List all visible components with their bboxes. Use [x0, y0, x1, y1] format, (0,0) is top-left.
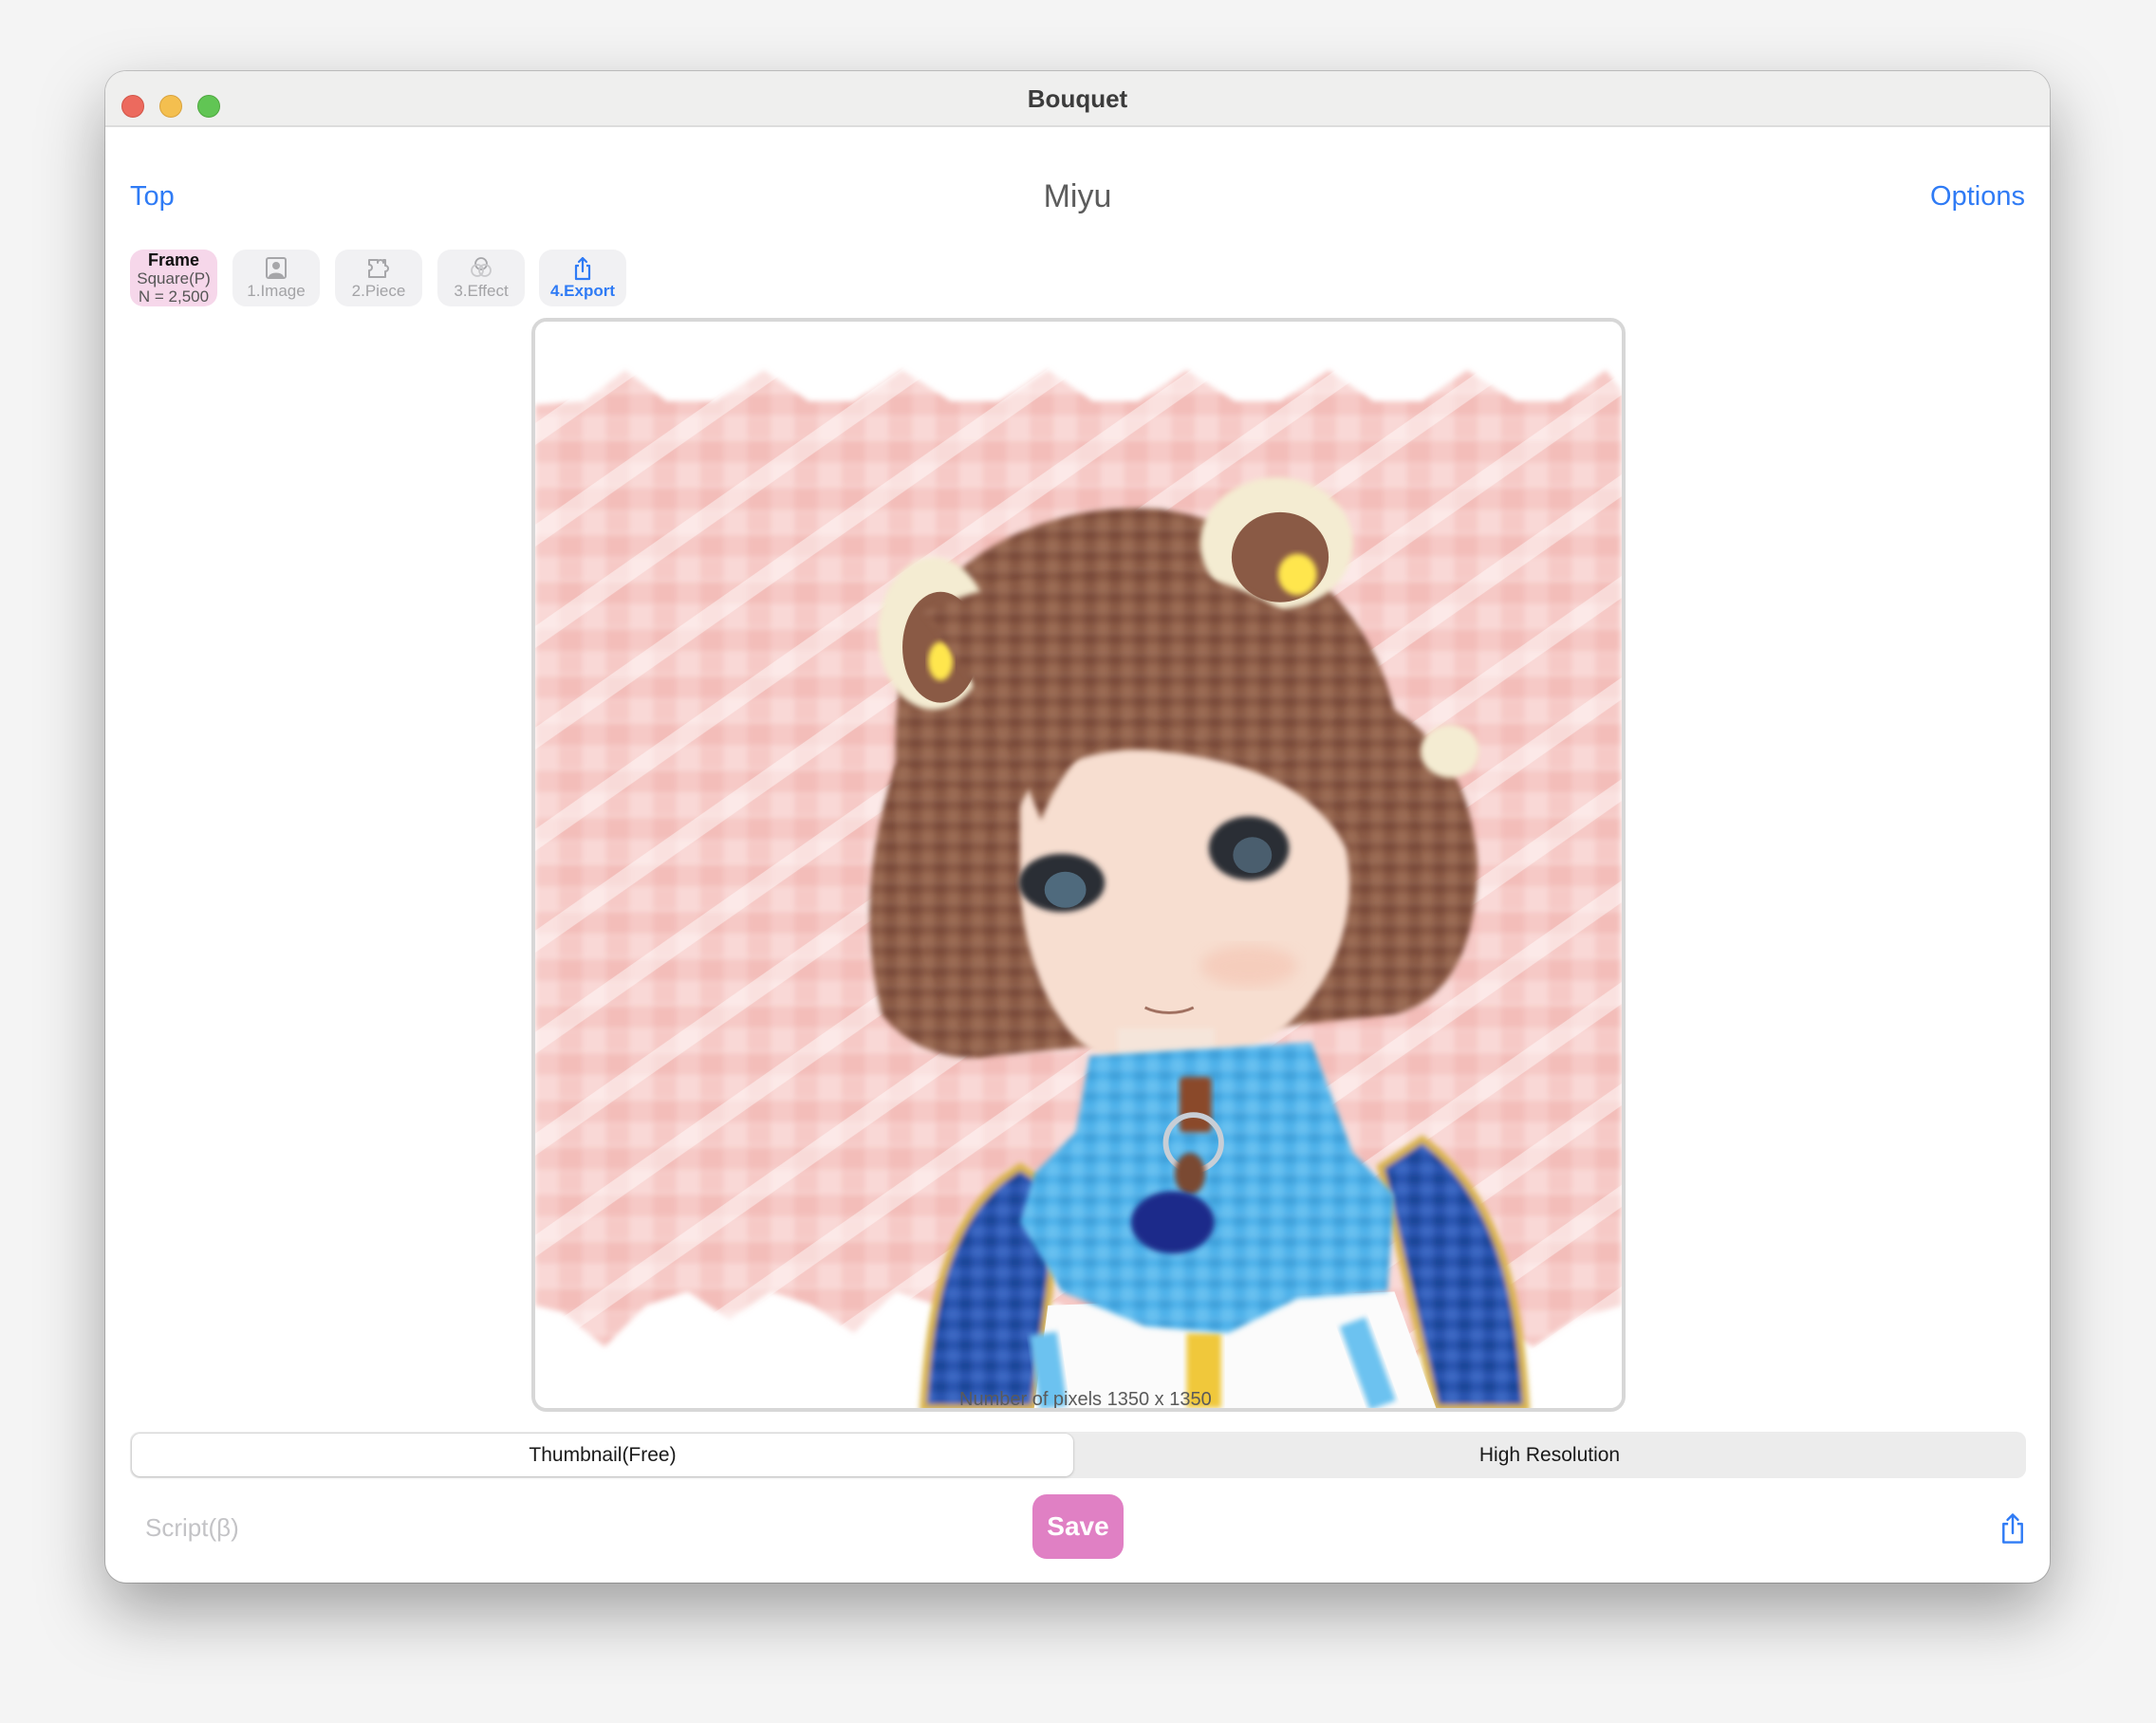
- app-window: Bouquet Top Miyu Options Frame Square(P)…: [105, 71, 2050, 1583]
- mosaic-preview: Number of pixels 1350 x 1350: [531, 318, 1626, 1412]
- share-button[interactable]: [1998, 1512, 2028, 1545]
- segment-thumbnail[interactable]: Thumbnail(Free): [132, 1434, 1073, 1476]
- pixel-count-note: Number of pixels 1350 x 1350: [959, 1389, 1212, 1410]
- frame-shape: Square(P): [137, 269, 211, 287]
- overlapping-circles-icon: [471, 257, 492, 277]
- frame-piece-count: N = 2,500: [138, 287, 210, 306]
- title-bar: Bouquet: [105, 71, 2050, 127]
- window-title: Bouquet: [1027, 84, 1128, 113]
- resolution-segmented-control: Thumbnail(Free) High Resolution: [130, 1432, 2026, 1478]
- step-piece-label: 2.Piece: [351, 282, 406, 300]
- step-effect-label: 3.Effect: [454, 282, 509, 300]
- puzzle-piece-icon: [368, 259, 389, 278]
- frame-settings-button[interactable]: Frame Square(P) N = 2,500: [130, 250, 217, 306]
- mosaic-image: [535, 322, 1622, 1408]
- step-piece-button[interactable]: 2.Piece: [335, 250, 422, 306]
- step-image-button[interactable]: 1.Image: [232, 250, 320, 306]
- person-photo-icon: [266, 257, 287, 279]
- step-image-label: 1.Image: [247, 282, 306, 300]
- document-title: Miyu: [1043, 178, 1112, 214]
- script-button[interactable]: Script(β): [145, 1513, 239, 1543]
- share-icon: [2002, 1513, 2023, 1544]
- segment-high-resolution[interactable]: High Resolution: [1075, 1434, 2024, 1476]
- frame-title: Frame: [147, 250, 200, 269]
- save-button[interactable]: Save: [1032, 1494, 1124, 1559]
- step-export-button[interactable]: 4.Export: [539, 250, 626, 306]
- step-effect-button[interactable]: 3.Effect: [437, 250, 525, 306]
- options-link[interactable]: Options: [1930, 181, 2025, 213]
- step-export-label: 4.Export: [549, 282, 616, 300]
- share-icon: [574, 256, 591, 281]
